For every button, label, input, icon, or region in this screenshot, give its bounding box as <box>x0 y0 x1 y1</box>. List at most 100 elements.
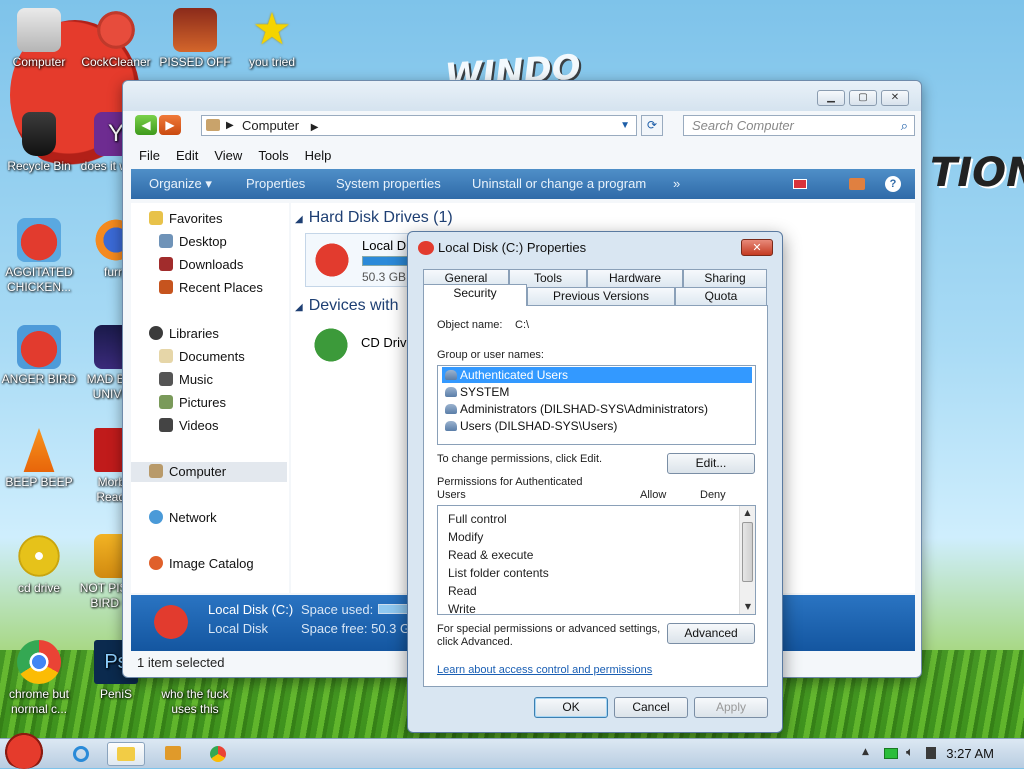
properties-button[interactable]: Properties <box>246 176 305 191</box>
desktop-icon-chrome[interactable]: chrome but normal c... <box>1 640 77 717</box>
chrome-icon <box>210 746 226 762</box>
apply-button[interactable]: Apply <box>694 697 768 718</box>
security-panel: Object name: C:\ Group or user names: Au… <box>423 305 768 687</box>
network-tray-icon[interactable] <box>884 748 898 759</box>
documents-icon <box>159 349 173 363</box>
dialog-close-button[interactable]: ✕ <box>741 239 773 256</box>
advanced-button[interactable]: Advanced <box>667 623 755 644</box>
nav-pictures[interactable]: Pictures <box>159 393 226 413</box>
scroll-thumb[interactable] <box>742 522 753 582</box>
hdd-drive-item[interactable]: Local Di 50.3 GB <box>305 233 415 287</box>
more-commands-button[interactable]: » <box>673 176 680 191</box>
nav-image-catalog[interactable]: Image Catalog <box>149 554 254 574</box>
scroll-down-icon[interactable]: ▼ <box>740 600 755 614</box>
view-options-icon[interactable] <box>793 179 807 189</box>
desktop-icon-computer[interactable]: Computer <box>1 8 77 70</box>
navigation-pane: Favorites Desktop Downloads Recent Place… <box>131 203 289 593</box>
menu-tools[interactable]: Tools <box>250 145 296 166</box>
desktop-icon-aggitated-chicken[interactable]: AGGITATED CHICKEN... <box>1 218 77 295</box>
permissions-list[interactable]: Full control Modify Read & execute List … <box>437 505 756 615</box>
nav-network[interactable]: Network <box>149 508 217 528</box>
chrome-taskbar-icon[interactable] <box>205 742 231 766</box>
menu-view[interactable]: View <box>206 145 250 166</box>
menu-help[interactable]: Help <box>297 145 340 166</box>
desktop-icon-pissed-off[interactable]: PISSED OFF <box>157 8 233 70</box>
refresh-icon[interactable]: ⟳ <box>641 115 663 136</box>
show-hidden-icons[interactable]: ▲ <box>862 747 869 757</box>
menu-edit[interactable]: Edit <box>168 145 206 166</box>
close-button[interactable]: ✕ <box>881 90 909 106</box>
search-input[interactable]: Search Computer ⌕ <box>683 115 915 136</box>
access-control-help-link[interactable]: Learn about access control and permissio… <box>437 664 652 676</box>
uninstall-program-button[interactable]: Uninstall or change a program <box>472 176 646 191</box>
desktop-icon-cockcleaner[interactable]: CockCleaner <box>78 8 154 70</box>
desktop-icon-recycle-bin[interactable]: Recycle Bin <box>1 112 77 174</box>
image-catalog-icon <box>149 556 163 570</box>
angry-birds-seasons-icon <box>173 8 217 52</box>
nav-music[interactable]: Music <box>159 370 213 390</box>
desktop-icon-you-tried[interactable]: ★ you tried <box>234 8 310 70</box>
user-users[interactable]: Users (DILSHAD-SYS\Users) <box>442 418 752 434</box>
special-permissions-text: For special permissions or advanced sett… <box>437 623 661 635</box>
nav-computer[interactable]: Computer <box>131 462 287 482</box>
organize-button[interactable]: Organize ▾ <box>149 176 212 192</box>
start-button[interactable] <box>2 731 46 769</box>
permissions-scrollbar[interactable]: ▲ ▼ <box>739 506 755 614</box>
desktop-icon-beep-beep[interactable]: BEEP BEEP <box>1 428 77 490</box>
tab-previous-versions[interactable]: Previous Versions <box>527 287 675 305</box>
nav-videos[interactable]: Videos <box>159 416 219 436</box>
menu-file[interactable]: File <box>131 145 168 166</box>
details-usage-bar <box>378 604 408 614</box>
tab-quota[interactable]: Quota <box>675 287 767 305</box>
user-administrators[interactable]: Administrators (DILSHAD-SYS\Administrato… <box>442 401 752 417</box>
internet-explorer-taskbar-icon[interactable] <box>68 742 94 766</box>
forward-arrow-icon[interactable]: ▶ <box>159 115 181 135</box>
nav-desktop[interactable]: Desktop <box>159 232 227 252</box>
users-icon <box>445 421 457 431</box>
user-list[interactable]: Authenticated Users SYSTEM Administrator… <box>437 365 756 445</box>
minimize-button[interactable]: ▁ <box>817 90 845 106</box>
system-properties-button[interactable]: System properties <box>336 176 441 191</box>
explorer-titlebar[interactable]: ▁ ▢ ✕ <box>123 81 921 111</box>
address-text: Computer <box>242 118 300 133</box>
desktop-icon-anger-bird[interactable]: ANGER BIRD <box>1 325 77 387</box>
nav-favorites[interactable]: Favorites <box>149 209 222 229</box>
nav-recent-places[interactable]: Recent Places <box>159 278 263 298</box>
cd-drive-item[interactable]: CD Drive <box>305 321 415 371</box>
desktop-icon-cd-drive[interactable]: cd drive <box>1 534 77 596</box>
ok-button[interactable]: OK <box>534 697 608 718</box>
drive-title-icon <box>418 241 434 255</box>
drive-usage-bar <box>362 256 412 266</box>
clock[interactable]: 3:27 AM <box>946 746 994 761</box>
nav-downloads[interactable]: Downloads <box>159 255 243 275</box>
cancel-button[interactable]: Cancel <box>614 697 688 718</box>
help-icon[interactable]: ? <box>885 176 901 192</box>
user-system[interactable]: SYSTEM <box>442 384 752 400</box>
tab-hardware[interactable]: Hardware <box>587 269 683 287</box>
perm-list-folder-contents: List folder contents <box>448 566 549 580</box>
group-header-hard-disk[interactable]: ◢ Hard Disk Drives (1) <box>295 209 453 227</box>
nav-libraries[interactable]: Libraries <box>149 324 219 344</box>
explorer-taskbar-icon[interactable] <box>107 742 145 766</box>
tab-security[interactable]: Security <box>423 284 527 306</box>
computer-icon <box>149 464 163 478</box>
media-player-taskbar-icon[interactable] <box>160 742 186 766</box>
search-placeholder: Search Computer <box>692 118 794 133</box>
maximize-button[interactable]: ▢ <box>849 90 877 106</box>
angry-bird-drive-icon <box>310 240 354 280</box>
volume-icon[interactable]: 🔈︎ <box>906 745 914 760</box>
users-icon <box>445 387 457 397</box>
nav-documents[interactable]: Documents <box>159 347 245 367</box>
preview-pane-icon[interactable] <box>849 178 865 190</box>
properties-dialog[interactable]: Local Disk (C:) Properties ✕ General Too… <box>407 231 783 733</box>
edit-button[interactable]: Edit... <box>667 453 755 474</box>
scroll-up-icon[interactable]: ▲ <box>740 506 755 520</box>
address-dropdown-icon[interactable]: ▼ <box>620 116 630 135</box>
action-center-icon[interactable] <box>926 747 936 759</box>
user-authenticated-users[interactable]: Authenticated Users <box>442 367 752 383</box>
search-icon[interactable]: ⌕ <box>901 116 908 135</box>
group-header-removable[interactable]: ◢ Devices with <box>295 297 399 315</box>
tab-sharing[interactable]: Sharing <box>683 269 767 287</box>
address-field[interactable]: ▶ Computer ▶ ▼ <box>201 115 637 136</box>
back-arrow-icon[interactable]: ◀ <box>135 115 157 135</box>
